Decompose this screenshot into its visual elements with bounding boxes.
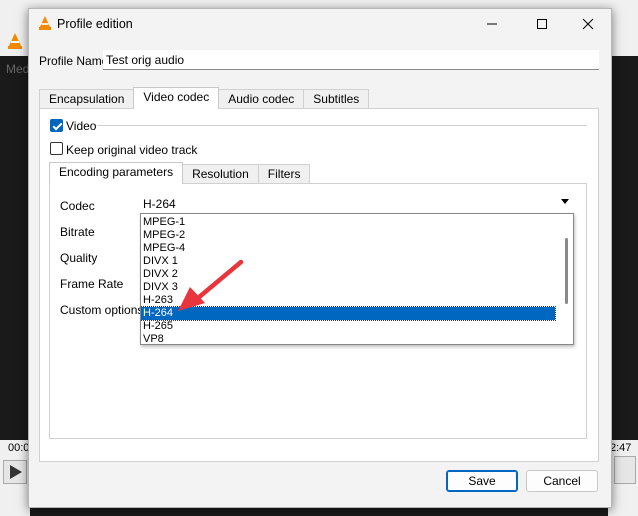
- codec-option[interactable]: MPEG-1: [141, 216, 555, 229]
- codec-option-selected[interactable]: H-264: [141, 306, 556, 321]
- tab-subtitles[interactable]: Subtitles: [303, 89, 370, 109]
- tab-encapsulation[interactable]: Encapsulation: [39, 89, 135, 109]
- frame-rate-label: Frame Rate: [60, 277, 124, 291]
- codec-option[interactable]: DIVX 3: [141, 281, 555, 294]
- background-play-button[interactable]: [3, 460, 27, 484]
- dialog-titlebar: Profile edition: [29, 9, 611, 39]
- bitrate-label: Bitrate: [60, 225, 95, 239]
- codec-dropdown-list[interactable]: MPEG-1 MPEG-2 MPEG-4 DIVX 1 DIVX 2 DIVX …: [140, 213, 574, 345]
- codec-option[interactable]: H-265: [141, 320, 555, 333]
- total-time: 2:47: [610, 442, 632, 454]
- custom-options-label: Custom options: [60, 303, 144, 317]
- video-checkbox-label: Video: [66, 119, 97, 133]
- codec-option[interactable]: DIVX 1: [141, 255, 555, 268]
- codec-option[interactable]: DIVX 2: [141, 268, 555, 281]
- tab-filters[interactable]: Filters: [257, 164, 311, 184]
- minimize-button[interactable]: [469, 9, 515, 39]
- play-icon: [10, 465, 22, 479]
- profile-edition-dialog: Profile edition Profile Name Encapsulati…: [28, 8, 612, 508]
- keep-original-label: Keep original video track: [66, 143, 198, 157]
- background-right-panel: [612, 32, 638, 56]
- maximize-icon: [537, 19, 547, 29]
- codec-option[interactable]: VP8: [141, 333, 555, 344]
- tab-encoding-parameters[interactable]: Encoding parameters: [49, 162, 184, 184]
- codec-option[interactable]: MPEG-2: [141, 229, 555, 242]
- vlc-cone-icon: [39, 16, 51, 30]
- profile-name-input[interactable]: [103, 50, 599, 70]
- tab-resolution[interactable]: Resolution: [182, 164, 259, 184]
- close-button[interactable]: [565, 9, 611, 39]
- video-checkbox[interactable]: [50, 119, 63, 132]
- vlc-cone-icon: [8, 33, 22, 49]
- codec-option[interactable]: H-263: [141, 294, 555, 307]
- tab-video-codec[interactable]: Video codec: [133, 87, 220, 109]
- dialog-title: Profile edition: [57, 17, 133, 31]
- elapsed-time: 00:0: [8, 442, 30, 454]
- codec-option[interactable]: MPEG-4: [141, 242, 555, 255]
- video-group-separator: [97, 125, 587, 126]
- profile-name-label: Profile Name: [39, 54, 109, 68]
- codec-tabs: Encapsulation Video codec Audio codec Su…: [39, 87, 370, 109]
- background-menu-text: Med: [6, 62, 30, 76]
- keep-original-checkbox[interactable]: [50, 142, 63, 155]
- minimize-icon: [487, 23, 497, 25]
- chevron-down-icon[interactable]: [561, 199, 569, 204]
- cancel-button[interactable]: Cancel: [526, 470, 598, 492]
- maximize-button[interactable]: [519, 9, 565, 39]
- tab-audio-codec[interactable]: Audio codec: [218, 89, 305, 109]
- save-button[interactable]: Save: [446, 470, 518, 492]
- close-icon: [582, 18, 594, 30]
- quality-label: Quality: [60, 251, 98, 265]
- background-right-button[interactable]: [614, 456, 636, 484]
- codec-select[interactable]: H-264: [141, 195, 573, 213]
- dropdown-scrollbar[interactable]: [565, 238, 568, 304]
- codec-label: Codec: [60, 199, 95, 213]
- encoding-subtabs: Encoding parameters Resolution Filters: [49, 162, 311, 184]
